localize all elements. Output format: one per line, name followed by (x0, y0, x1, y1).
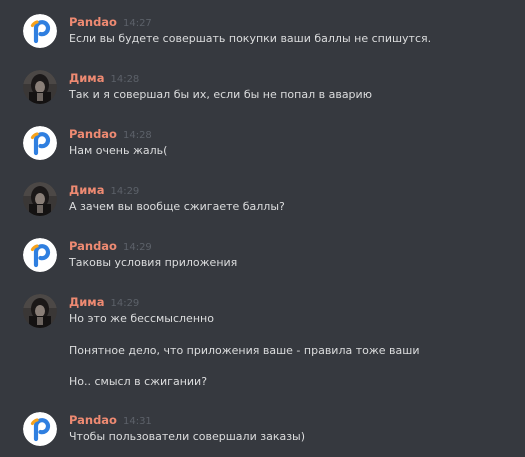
message-header: Дима 14:29 (69, 182, 140, 197)
timestamp: 14:28 (122, 130, 152, 141)
author-name[interactable]: Pandao (69, 413, 117, 427)
user-photo-icon (23, 70, 57, 104)
timestamp: 14:29 (110, 298, 140, 309)
pandao-logo-icon (23, 238, 57, 272)
dima-avatar[interactable] (23, 294, 57, 328)
author-name[interactable]: Дима (69, 71, 104, 85)
message-header: Дима 14:29 (69, 294, 140, 309)
message-text: Так и я совершал бы их, если бы не попал… (69, 88, 372, 101)
user-photo-icon (23, 294, 57, 328)
pandao-avatar[interactable] (23, 14, 57, 48)
message-header: Pandao 14:28 (69, 126, 152, 141)
timestamp: 14:31 (122, 416, 152, 427)
author-name[interactable]: Pandao (69, 15, 117, 29)
timestamp: 14:29 (122, 242, 152, 253)
message-text: Чтобы пользователи совершали заказы) (69, 430, 306, 443)
message-text: Понятное дело, что приложения ваше - пра… (69, 344, 420, 357)
author-name[interactable]: Дима (69, 183, 104, 197)
pandao-avatar[interactable] (23, 412, 57, 446)
message-header: Pandao 14:29 (69, 238, 152, 253)
pandao-logo-icon (23, 14, 57, 48)
pandao-logo-icon (23, 412, 57, 446)
message-text: Если вы будете совершать покупки ваши ба… (69, 32, 432, 45)
dima-avatar[interactable] (23, 182, 57, 216)
user-photo-icon (23, 182, 57, 216)
pandao-logo-icon (23, 126, 57, 160)
timestamp: 14:27 (122, 18, 152, 29)
message-text: Но.. смысл в сжигании? (69, 375, 208, 388)
message-header: Дима 14:28 (69, 70, 140, 85)
message-text: Таковы условия приложения (69, 256, 238, 269)
message-text: Но это же бессмысленно (69, 312, 214, 325)
author-name[interactable]: Pandao (69, 127, 117, 141)
message-text: Нам очень жаль( (69, 144, 168, 157)
pandao-avatar[interactable] (23, 126, 57, 160)
timestamp: 14:29 (110, 186, 140, 197)
message-header: Pandao 14:27 (69, 14, 152, 29)
pandao-avatar[interactable] (23, 238, 57, 272)
timestamp: 14:28 (110, 74, 140, 85)
author-name[interactable]: Pandao (69, 239, 117, 253)
dima-avatar[interactable] (23, 70, 57, 104)
chat-log: Pandao 14:27 Если вы будете совершать пок… (0, 0, 525, 457)
author-name[interactable]: Дима (69, 295, 104, 309)
message-text: А зачем вы вообще сжигаете баллы? (69, 200, 285, 213)
message-header: Pandao 14:31 (69, 412, 152, 427)
